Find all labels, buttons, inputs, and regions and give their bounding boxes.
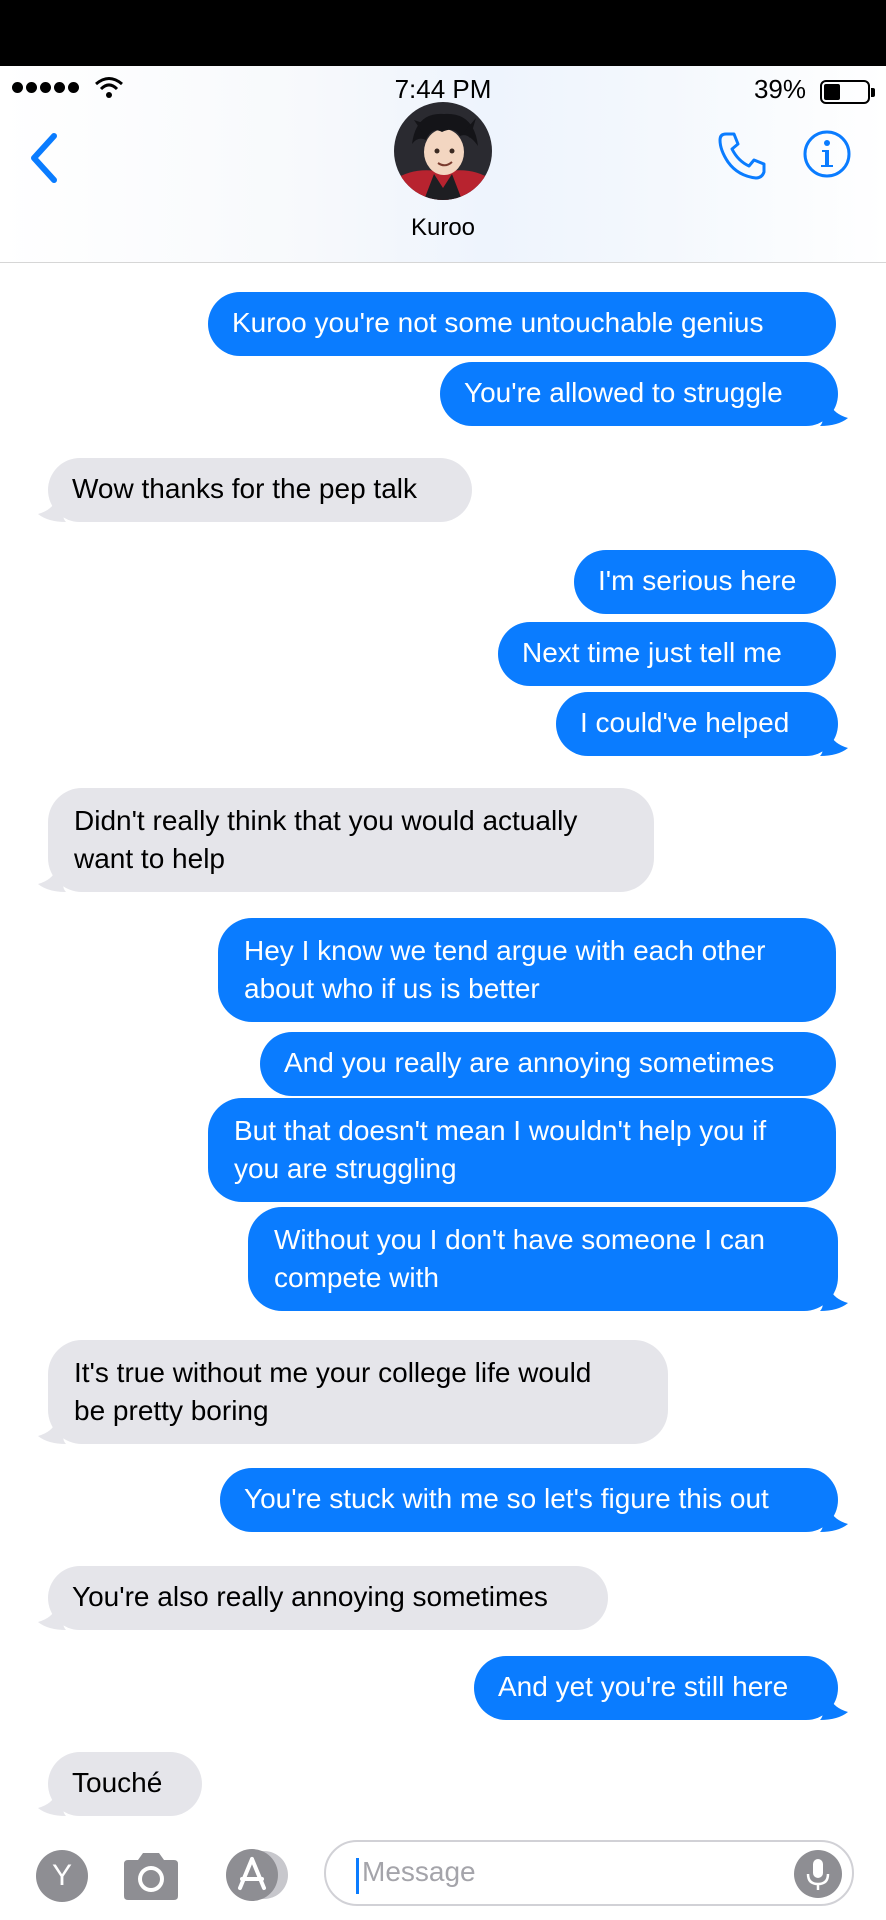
message-text-line: I'm serious here <box>598 565 797 596</box>
message-text-line: you are struggling <box>234 1153 457 1184</box>
app-store-icon[interactable] <box>218 1846 294 1904</box>
text-caret <box>356 1858 359 1894</box>
message-placeholder: Message <box>362 1856 476 1887</box>
contact-avatar[interactable] <box>394 102 492 200</box>
received-message-bubble[interactable]: Didn't really think that you would actua… <box>38 788 654 892</box>
sent-message-bubble[interactable]: But that doesn't mean I wouldn't help yo… <box>208 1098 836 1202</box>
message-text-line: And yet you're still here <box>498 1671 789 1702</box>
message-text-line: You're allowed to struggle <box>464 377 783 408</box>
message-text-line: You're also really annoying sometimes <box>72 1581 548 1612</box>
message-text-line: Wow thanks for the pep talk <box>72 473 417 504</box>
sent-message-bubble[interactable]: Without you I don't have someone I can co… <box>248 1207 848 1311</box>
message-text-line: Without you I don't have someone I can <box>274 1224 765 1255</box>
message-text-line: about who if us is better <box>244 973 540 1004</box>
message-text-line: Kuroo you're not some untouchable genius <box>232 307 764 338</box>
conversation-header: 7:44 PM 39% Kuroo <box>0 66 886 263</box>
bubble-tail <box>820 734 848 756</box>
sent-message-bubble[interactable]: And you really are annoying sometimes <box>260 1032 836 1096</box>
composer-bar: Y Message <box>0 1826 886 1920</box>
received-message-bubble[interactable]: It's true without me your college life w… <box>38 1340 668 1444</box>
sent-message-bubble[interactable]: Hey I know we tend argue with each other… <box>218 918 836 1022</box>
microphone-icon[interactable] <box>794 1850 842 1898</box>
info-icon[interactable] <box>802 129 852 179</box>
battery-icon <box>820 80 875 104</box>
message-text-line: And you really are annoying sometimes <box>284 1047 775 1078</box>
message-input[interactable]: Message <box>324 1840 854 1906</box>
status-bar: 7:44 PM 39% <box>0 66 886 106</box>
camera-icon[interactable] <box>120 1850 182 1902</box>
bubble-tail <box>38 1608 66 1630</box>
back-chevron-icon[interactable] <box>26 128 66 188</box>
bubble-tail <box>38 500 66 522</box>
top-black-bar <box>0 0 886 66</box>
message-text-line: Hey I know we tend argue with each other <box>244 935 766 966</box>
y-app-button[interactable]: Y <box>36 1850 88 1902</box>
message-text-line: But that doesn't mean I wouldn't help yo… <box>234 1115 767 1146</box>
battery-percent: 39% <box>753 74 806 104</box>
message-text-line: You're stuck with me so let's figure thi… <box>244 1483 769 1514</box>
received-message-bubble[interactable]: Touché <box>38 1752 202 1816</box>
phone-icon[interactable] <box>714 128 770 184</box>
message-text-line: be pretty boring <box>74 1395 269 1426</box>
sent-message-bubble[interactable]: And yet you're still here <box>474 1656 848 1720</box>
bubble-tail <box>38 1794 66 1816</box>
message-text-line: Touché <box>72 1767 163 1798</box>
message-text-line: compete with <box>274 1262 439 1293</box>
message-text-line: want to help <box>74 843 225 874</box>
bubble-tail <box>820 1698 848 1720</box>
sent-message-bubble[interactable]: Kuroo you're not some untouchable genius <box>208 292 836 356</box>
bubble-tail <box>38 1422 66 1444</box>
contact-name[interactable]: Kuroo <box>0 214 886 242</box>
bubble-tail <box>820 1289 848 1311</box>
bubble-tail <box>38 870 66 892</box>
message-text-line: Next time just tell me <box>522 637 782 668</box>
message-text-line: Didn't really think that you would actua… <box>74 805 578 836</box>
received-message-bubble[interactable]: Wow thanks for the pep talk <box>38 458 472 522</box>
bubble-tail <box>820 404 848 426</box>
sent-message-bubble[interactable]: I could've helped <box>556 692 848 756</box>
sent-message-bubble[interactable]: You're stuck with me so let's figure thi… <box>220 1468 848 1532</box>
sent-message-bubble[interactable]: I'm serious here <box>574 550 836 614</box>
message-text-line: It's true without me your college life w… <box>74 1357 592 1388</box>
sent-message-bubble[interactable]: Next time just tell me <box>498 622 836 686</box>
bubble-tail <box>820 1510 848 1532</box>
sent-message-bubble[interactable]: You're allowed to struggle <box>440 362 848 426</box>
received-message-bubble[interactable]: You're also really annoying sometimes <box>38 1566 608 1630</box>
message-text-line: I could've helped <box>580 707 790 738</box>
